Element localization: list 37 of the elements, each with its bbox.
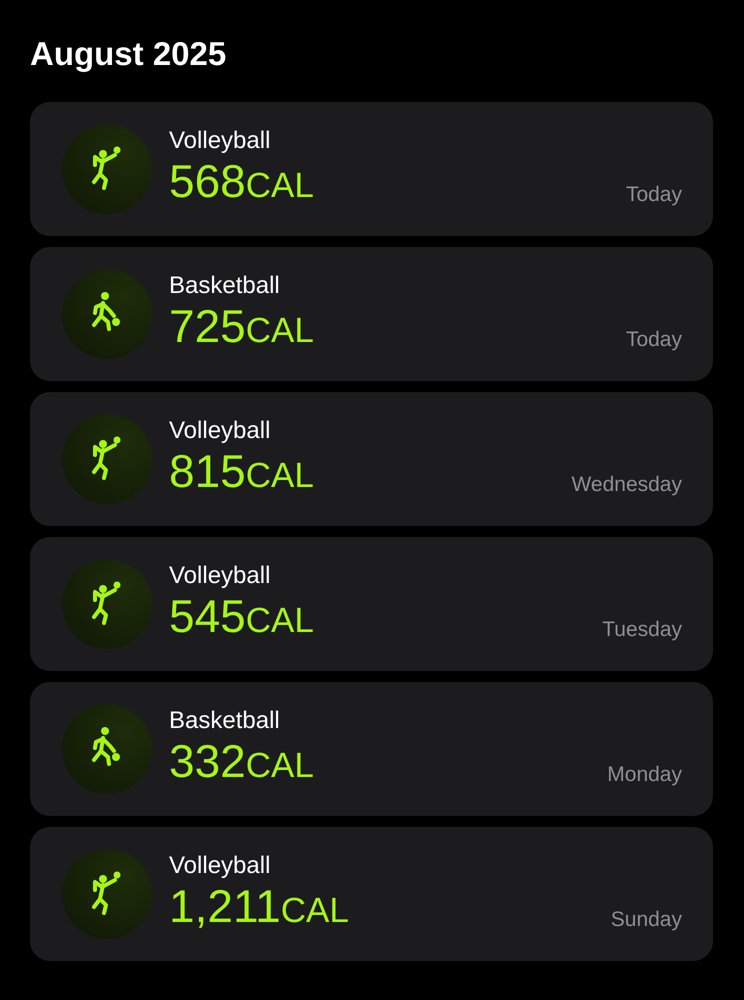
calorie-unit: CAL bbox=[246, 311, 314, 351]
workout-name: Basketball bbox=[169, 271, 281, 301]
calorie-unit: CAL bbox=[246, 601, 314, 641]
workout-name: Volleyball bbox=[169, 126, 272, 156]
calorie-value: 1,211 bbox=[169, 881, 281, 931]
workout-day: Monday bbox=[607, 763, 682, 787]
workout-name: Volleyball bbox=[169, 851, 272, 881]
basketball-player-icon bbox=[62, 704, 152, 794]
workout-day: Today bbox=[626, 328, 682, 352]
workout-day: Sunday bbox=[610, 908, 682, 932]
workout-card[interactable]: Basketball 332CAL Monday bbox=[30, 682, 713, 816]
workout-name: Volleyball bbox=[169, 416, 272, 446]
calorie-value: 815 bbox=[169, 446, 246, 496]
calorie-unit: CAL bbox=[246, 166, 314, 206]
calorie-value: 332 bbox=[169, 736, 246, 786]
workout-card[interactable]: Volleyball 815CAL Wednesday bbox=[30, 392, 713, 526]
calorie-value: 568 bbox=[169, 156, 246, 206]
volleyball-player-icon bbox=[62, 124, 152, 214]
workout-card[interactable]: Volleyball 1,211CAL Sunday bbox=[30, 827, 713, 961]
workout-day: Wednesday bbox=[571, 473, 682, 497]
calorie-unit: CAL bbox=[280, 891, 349, 931]
workout-card[interactable]: Volleyball 568CAL Today bbox=[30, 102, 713, 236]
calorie-value: 545 bbox=[169, 591, 246, 641]
calorie-unit: CAL bbox=[246, 746, 314, 786]
workout-day: Tuesday bbox=[602, 618, 682, 642]
calorie-value: 725 bbox=[169, 301, 246, 351]
volleyball-player-icon bbox=[62, 414, 152, 504]
basketball-player-icon bbox=[62, 269, 152, 359]
workout-card[interactable]: Basketball 725CAL Today bbox=[30, 247, 713, 381]
month-title: August 2025 bbox=[30, 34, 228, 74]
calorie-unit: CAL bbox=[246, 456, 314, 496]
workout-name: Basketball bbox=[169, 706, 281, 736]
workout-card[interactable]: Volleyball 545CAL Tuesday bbox=[30, 537, 713, 671]
volleyball-player-icon bbox=[62, 559, 152, 649]
workout-day: Today bbox=[626, 183, 682, 207]
workout-name: Volleyball bbox=[169, 561, 272, 591]
volleyball-player-icon bbox=[62, 849, 152, 939]
